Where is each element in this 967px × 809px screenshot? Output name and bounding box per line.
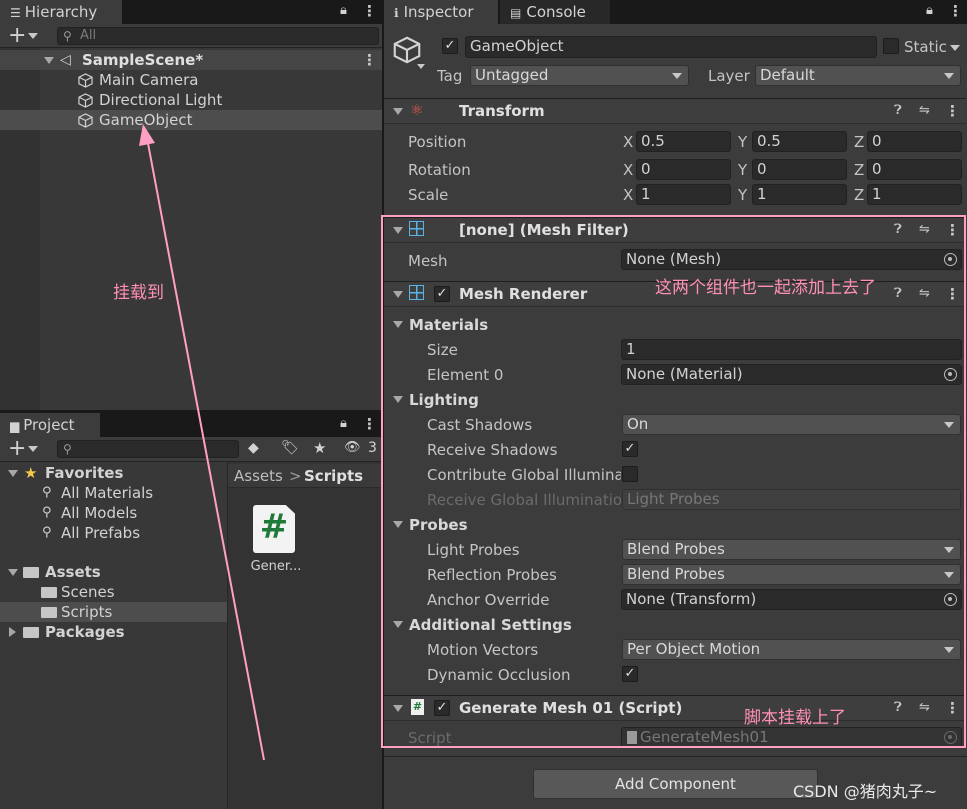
watermark: CSDN @猪肉丸子~ [793, 782, 938, 801]
annotation-script-attached: 脚本挂载上了 [744, 708, 846, 728]
annotation-attach-to: 挂载到 [113, 283, 164, 303]
annotation-arrow [139, 124, 265, 761]
annotation-components-added: 这两个组件也一起添加上去了 [655, 278, 876, 298]
